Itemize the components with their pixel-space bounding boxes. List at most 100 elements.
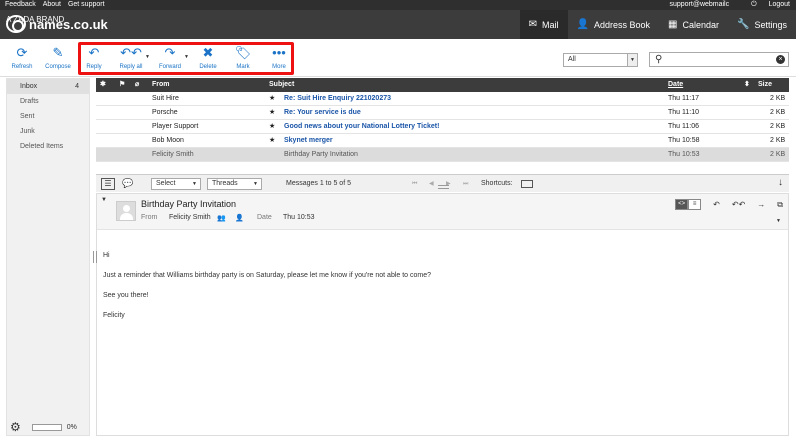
folder-list: Inbox 4 Drafts Sent Junk Deleted Items [6, 78, 90, 436]
star-icon[interactable]: ★ [269, 106, 275, 120]
quota-percent: 0% [66, 423, 77, 431]
body-line: Hi [103, 252, 110, 259]
select-dropdown[interactable]: Select ▼ [151, 178, 201, 190]
nav-settings[interactable]: 🔧 Settings [728, 10, 796, 39]
add-contact-icon[interactable]: 👥 [217, 214, 226, 222]
arrow-down-icon[interactable]: ↓ [778, 177, 783, 188]
nav-mail[interactable]: ✉ Mail [519, 10, 568, 39]
open-window-icon[interactable]: ⧉ [777, 200, 783, 210]
sender-name[interactable]: Felicity Smith [169, 214, 211, 221]
column-subject[interactable]: Subject [269, 78, 294, 92]
sort-icon[interactable]: ⬍ [744, 78, 750, 92]
wrench-icon: 🔧 [737, 19, 750, 30]
gear-icon[interactable]: ⚙ [10, 420, 21, 434]
threads-icon[interactable]: 💬 [122, 178, 133, 189]
last-page-icon[interactable]: ⏭ [463, 175, 468, 193]
search-icon: ⚲ [655, 54, 663, 65]
html-view-icon[interactable]: <> [675, 199, 689, 210]
clear-search-icon[interactable]: × [776, 55, 785, 64]
keyboard-icon[interactable] [521, 180, 533, 188]
filter-select[interactable]: All ▼ [563, 53, 638, 67]
preview-actions: <> ≡ ↶ ↶↶ → ⧉ [675, 199, 783, 210]
subject-cell: Good news about your National Lottery Ti… [284, 123, 440, 130]
chevron-down-icon: ▼ [253, 181, 258, 187]
attachment-icon[interactable]: ⌀ [135, 78, 139, 92]
first-page-icon[interactable]: ⏮ [412, 175, 417, 193]
account-email: support@webmailc [669, 1, 730, 8]
date-cell: Thu 11:10 [668, 109, 700, 116]
reply-icon[interactable]: ↶ [713, 200, 720, 209]
unread-count: 4 [75, 83, 79, 90]
person-icon: 👤 [576, 19, 589, 30]
date-cell: Thu 11:06 [668, 123, 700, 130]
threads-dropdown[interactable]: Threads ▼ [207, 178, 262, 190]
refresh-button[interactable]: ⟳ Refresh [4, 45, 40, 70]
from-cell: Player Support [152, 123, 199, 130]
star-icon[interactable]: ★ [269, 120, 275, 134]
from-cell: Bob Moon [152, 137, 184, 144]
chevron-down-icon[interactable]: ▼ [776, 218, 781, 224]
main-nav: ✉ Mail 👤 Address Book ▦ Calendar 🔧 Settings [519, 10, 796, 39]
folder-junk[interactable]: Junk [7, 124, 89, 139]
folder-drafts[interactable]: Drafts [7, 94, 89, 109]
table-row[interactable]: ★ Suit Hire Re: Suit Hire Enquiry 22102027… [96, 92, 789, 106]
logout-link[interactable]: ⏻ Logout [741, 1, 790, 8]
body-line: See you there! [103, 292, 149, 299]
collapse-header-icon[interactable]: ▼ [101, 197, 107, 203]
star-icon[interactable]: ★ [269, 134, 275, 148]
folder-deleted-items[interactable]: Deleted Items [7, 139, 89, 154]
from-cell: Suit Hire [152, 95, 179, 102]
body-line: Just a reminder that Williams birthday p… [103, 272, 432, 279]
from-cell: Felicity Smith [152, 151, 194, 158]
subject-cell: Skynet merger [284, 137, 333, 144]
subject-cell: Birthday Party Invitation [284, 151, 358, 158]
flag-icon[interactable]: ⚑ [119, 78, 125, 92]
forward-icon[interactable]: → [757, 200, 765, 209]
compose-button[interactable]: ✎ Compose [40, 45, 76, 70]
folder-sent[interactable]: Sent [7, 109, 89, 124]
table-row[interactable]: ★ Bob Moon Skynet merger Thu 10:58 2 KB [96, 134, 789, 148]
subject-cell: Re: Your service is due [284, 109, 361, 116]
sidebar-footer: ⚙ 0% [6, 418, 90, 436]
message-count: Messages 1 to 5 of 5 [286, 180, 351, 187]
nav-calendar[interactable]: ▦ Calendar [659, 10, 728, 39]
date-label: Date [257, 214, 272, 221]
next-page-icon[interactable]: ▶ [446, 175, 451, 193]
column-date[interactable]: Date [668, 78, 683, 92]
plain-view-icon[interactable]: ≡ [688, 199, 702, 210]
preview-header: ▼ Birthday Party Invitation From Felicit… [97, 194, 788, 230]
table-row[interactable]: ★ Porsche Re: Your service is due Thu 11:10… [96, 106, 789, 120]
table-row[interactable]: Felicity Smith Birthday Party Invitation T… [96, 148, 789, 162]
about-link[interactable]: About [43, 1, 61, 8]
reply-all-icon[interactable]: ↶↶ [732, 200, 745, 209]
quota-bar [31, 423, 62, 431]
star-icon[interactable]: ★ [269, 92, 275, 106]
nav-address-book[interactable]: 👤 Address Book [568, 10, 659, 39]
gear-icon[interactable]: ✱ [100, 78, 106, 92]
size-cell: 2 KB [770, 109, 786, 116]
date-cell: Thu 11:17 [668, 95, 700, 102]
message-preview: ▼ Birthday Party Invitation From Felicit… [96, 193, 789, 436]
list-view-icon[interactable]: ☰ [101, 178, 115, 190]
prev-page-icon[interactable]: ◀ [429, 175, 434, 193]
size-cell: 2 KB [770, 137, 786, 144]
calendar-icon: ▦ [668, 19, 678, 30]
size-cell: 2 KB [770, 151, 786, 158]
date-cell: Thu 10:58 [668, 137, 700, 144]
pane-splitter[interactable] [93, 251, 97, 263]
folder-inbox[interactable]: Inbox 4 [7, 79, 89, 94]
person-icon[interactable]: 👤 [235, 214, 244, 222]
search-input[interactable]: ⚲ × [649, 52, 789, 67]
resize-handle[interactable] [438, 185, 449, 189]
table-row[interactable]: ★ Player Support Good news about your Nati… [96, 120, 789, 134]
subject-cell: Re: Suit Hire Enquiry 221020273 [284, 95, 391, 102]
message-date: Thu 10:53 [283, 214, 315, 221]
preview-subject: Birthday Party Invitation [141, 199, 237, 209]
get-support-link[interactable]: Get support [68, 1, 105, 8]
mail-icon: ✉ [528, 19, 538, 30]
column-size[interactable]: Size [758, 78, 772, 92]
highlight-box [78, 42, 294, 75]
column-from[interactable]: From [152, 78, 170, 92]
feedback-link[interactable]: Feedback [5, 1, 36, 8]
power-icon: ⏻ [751, 1, 757, 8]
